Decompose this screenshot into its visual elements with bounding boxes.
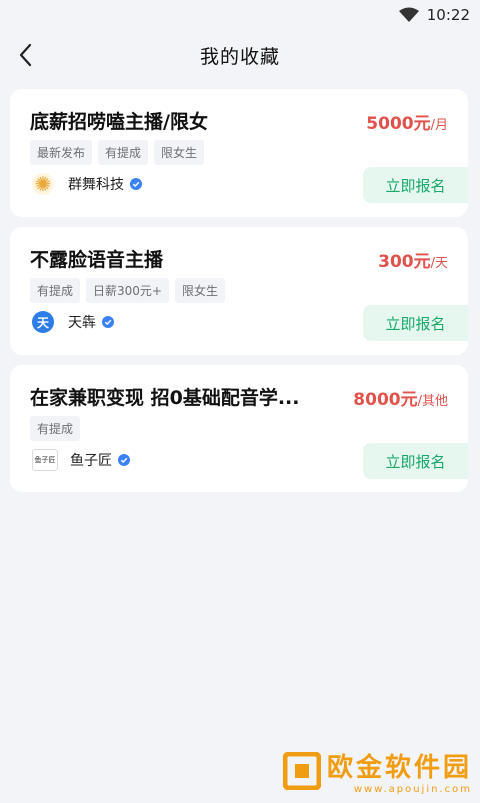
watermark-text: 欧金软件园 www.apoujin.com — [327, 747, 472, 795]
company-info: 鱼子匠 鱼子匠 — [32, 449, 130, 471]
status-bar: 10:22 — [0, 0, 480, 30]
favorites-list: 底薪招唠嗑主播/限女 5000元/月 最新发布 有提成 限女生 ✺ 群舞科技 立… — [10, 89, 468, 502]
verified-badge-icon — [102, 316, 114, 328]
job-tag: 日薪300元+ — [86, 278, 169, 303]
job-card[interactable]: 不露脸语音主播 300元/天 有提成 日薪300元+ 限女生 天 天犇 立即报名 — [10, 227, 468, 355]
job-card[interactable]: 底薪招唠嗑主播/限女 5000元/月 最新发布 有提成 限女生 ✺ 群舞科技 立… — [10, 89, 468, 217]
header: 我的收藏 — [0, 30, 480, 80]
salary-unit: /月 — [430, 118, 448, 133]
company-logo: 鱼子匠 — [32, 449, 58, 471]
salary-amount: 300元 — [378, 252, 431, 272]
job-tags: 有提成 — [30, 416, 81, 441]
wifi-icon — [398, 7, 419, 22]
company-name: 鱼子匠 — [70, 453, 112, 469]
job-tag: 限女生 — [154, 140, 205, 165]
watermark-logo-icon — [282, 752, 321, 790]
company-name: 群舞科技 — [68, 177, 124, 193]
company-logo-sun-icon: ✺ — [32, 172, 54, 196]
job-tag: 限女生 — [174, 278, 225, 303]
job-card[interactable]: 在家兼职变现 招0基础配音学... 8000元/其他 有提成 鱼子匠 鱼子匠 立… — [10, 365, 468, 492]
watermark-main: 欧金软件园 — [326, 753, 472, 783]
job-title: 不露脸语音主播 — [30, 249, 164, 271]
salary-unit: /天 — [430, 256, 448, 271]
job-tag: 有提成 — [30, 278, 81, 303]
job-title: 在家兼职变现 招0基础配音学... — [30, 387, 300, 409]
job-tag: 最新发布 — [30, 140, 93, 165]
company-logo: 天 — [32, 311, 54, 333]
salary-amount: 8000元 — [353, 390, 418, 410]
job-title: 底薪招唠嗑主播/限女 — [30, 111, 208, 133]
apply-button[interactable]: 立即报名 — [363, 167, 468, 203]
company-name: 天犇 — [68, 315, 96, 331]
job-tags: 有提成 日薪300元+ 限女生 — [30, 278, 225, 303]
verified-badge-icon — [130, 178, 142, 190]
job-tags: 最新发布 有提成 限女生 — [30, 140, 205, 165]
job-salary: 8000元/其他 — [353, 385, 448, 410]
page-title: 我的收藏 — [199, 45, 280, 68]
back-arrow-icon[interactable] — [14, 42, 40, 68]
apply-button[interactable]: 立即报名 — [363, 305, 468, 341]
watermark-url: www.apoujin.com — [353, 784, 472, 795]
watermark: 欧金软件园 www.apoujin.com — [282, 747, 472, 795]
job-salary: 5000元/月 — [366, 109, 448, 134]
salary-unit: /其他 — [417, 394, 448, 409]
status-time: 10:22 — [426, 6, 470, 24]
apply-button[interactable]: 立即报名 — [363, 443, 468, 479]
verified-badge-icon — [118, 454, 130, 466]
job-salary: 300元/天 — [378, 247, 448, 272]
job-tag: 有提成 — [30, 416, 81, 441]
job-tag: 有提成 — [98, 140, 149, 165]
salary-amount: 5000元 — [366, 114, 431, 134]
company-info: ✺ 群舞科技 — [32, 172, 142, 196]
company-info: 天 天犇 — [32, 311, 114, 333]
